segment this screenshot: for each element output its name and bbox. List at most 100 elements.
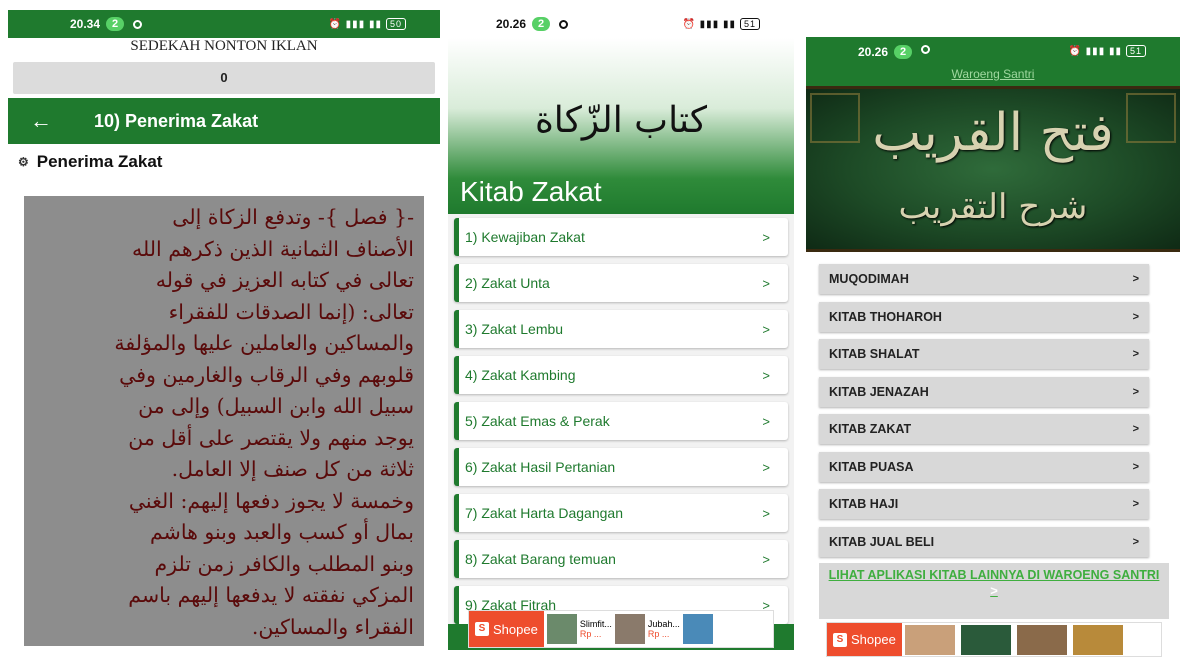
chapter-item[interactable]: 1) Kewajiban Zakat > [454,218,788,256]
chevron-right-icon: > [762,321,770,337]
arabic-line: يوجد منهم ولا يقتصر على أقل من [128,425,414,450]
kitab-label: KITAB THOHAROH [829,309,942,324]
chevron-right-icon: > [762,551,770,567]
chapter-item[interactable]: 8) Zakat Barang temuan > [454,540,788,578]
status-time: 20.34 [70,17,101,31]
signal-icons: ⏰ ▮▮▮ ▮▮ 51 [1068,45,1146,57]
ad-product-name: Slimfit... [579,619,612,629]
ad-product: Jubah... Rp ... [648,619,680,639]
ad-product-price: Rp ... [647,629,670,639]
gear-icon: ⚙ [18,155,29,169]
chapter-item[interactable]: 6) Zakat Hasil Pertanian > [454,448,788,486]
kitab-button[interactable]: MUQODIMAH > [819,264,1149,294]
arabic-line: وخمسة لا يجوز دفعها إليهم: الغني [128,488,414,513]
ad-product-image [960,624,1011,655]
chapter-label: 2) Zakat Unta [465,275,550,291]
shopee-brand: Shopee [851,632,896,647]
arabic-line: المزكي نفقته لا يدفعها إليهم باسم [128,583,414,607]
chapter-item[interactable]: 2) Zakat Unta > [454,264,788,302]
banner-arabic-title: فتح القريب [872,103,1114,163]
status-badge: 2 [106,17,125,31]
shopee-logo: S Shopee [469,611,544,647]
kitab-button[interactable]: KITAB SHALAT > [819,339,1149,369]
kitab-button[interactable]: KITAB THOHAROH > [819,301,1149,332]
kitab-button[interactable]: KITAB PUASA > [819,451,1149,482]
ad-product-name: Jubah... [647,619,680,629]
ad-view-counter[interactable]: 0 [13,62,435,94]
chapter-label: 1) Kewajiban Zakat [465,229,585,245]
shopping-bag-icon: S [475,622,489,636]
status-time: 20.26 [858,45,889,59]
arabic-line: والمساكين والعاملين عليها والمؤلفة [114,331,414,355]
chevron-right-icon: > [762,459,770,475]
kitab-label: KITAB JUAL BELI [829,534,935,549]
hero-title: Kitab Zakat [460,176,602,207]
app-toolbar: ← 10) Penerima Zakat [8,98,440,144]
kitab-label: KITAB JENAZAH [829,384,929,399]
status-time: 20.26 [496,17,527,31]
chevron-right-icon: > [1132,423,1139,435]
more-apps-button[interactable]: LIHAT APLIKASI KITAB LAINNYA DI WAROENG … [819,563,1169,619]
chevron-right-icon: > [1132,498,1139,510]
chapter-item[interactable]: 3) Zakat Lembu > [454,310,788,348]
kitab-button[interactable]: KITAB HAJI > [819,489,1149,519]
chapter-item[interactable]: 4) Zakat Kambing > [454,356,788,394]
kitab-label: MUQODIMAH [829,272,909,286]
hero-header: كتاب الزّكاة Kitab Zakat [448,38,794,214]
status-badge: 2 [532,17,551,31]
chevron-right-icon: > [1132,348,1139,360]
banner-arabic-subtitle: شرح التقريب [898,187,1088,227]
chevron-right-icon: > [1132,535,1139,548]
ad-product-image [614,614,645,644]
kitab-button[interactable]: KITAB ZAKAT > [819,414,1149,444]
chevron-right-icon: > [762,367,770,383]
chevron-right-icon: > [762,413,770,429]
status-badge: 2 [894,45,913,59]
toolbar-title: 10) Penerima Zakat [94,110,259,131]
status-bar: 20.26 2 ⏰ ▮▮▮ ▮▮ 51 [448,10,794,38]
back-arrow-icon[interactable]: ← [30,108,70,134]
section-heading: ⚙ Penerima Zakat [18,152,162,172]
book-cover-banner: فتح القريب شرح التقريب [806,86,1180,252]
chapter-item[interactable]: 7) Zakat Harta Dagangan > [454,494,788,532]
status-bar: 20.34 2 ⏰ ▮▮▮ ▮▮ 50 [8,10,440,38]
arabic-line: الأصناف الثمانية الذين ذكرهم الله [131,236,414,261]
chapter-label: 6) Zakat Hasil Pertanian [465,459,616,475]
chevron-right-icon: > [1132,273,1139,285]
notification-dot-icon [559,19,569,29]
kitab-button[interactable]: KITAB JUAL BELI > [819,526,1149,557]
shopee-logo: S Shopee [827,623,902,656]
shopping-bag-icon: S [833,632,847,647]
chapter-list: 1) Kewajiban Zakat > 2) Zakat Unta > 3) Za… [454,218,788,632]
ad-product-image [1016,624,1067,655]
more-apps-label: LIHAT APLIKASI KITAB LAINNYA DI WAROENG … [828,568,1160,582]
shopee-ad-banner[interactable]: S Shopee [826,622,1162,657]
chapter-label: 4) Zakat Kambing [465,367,576,383]
kitab-label: KITAB ZAKAT [829,422,912,436]
chevron-right-icon: > [990,583,998,598]
ad-product-price: Rp ... [579,629,602,639]
shopee-brand: Shopee [493,621,538,637]
signal-icons: ⏰ ▮▮▮ ▮▮ 51 [682,18,760,30]
battery-icon: 51 [1125,45,1146,57]
chapter-label: 8) Zakat Barang temuan [465,551,616,567]
ad-product-image [546,614,577,644]
ad-product-image [682,614,713,644]
arabic-line: بمال أو كسب والعبد وبنو هاشم [150,520,414,544]
screen-penerima-zakat: 20.34 2 ⏰ ▮▮▮ ▮▮ 50 SEDEKAH NONTON IKLAN … [8,10,440,650]
battery-icon: 50 [385,18,406,30]
kitab-label: KITAB HAJI [829,497,899,511]
arabic-line: ثلاثة من كل صنف إلا العامل. [171,457,414,481]
ad-product: Slimfit... Rp ... [580,619,612,639]
chapter-item[interactable]: 5) Zakat Emas & Perak > [454,402,788,440]
arabic-line: قلوبهم وفي الرقاب والغارمين وفي [119,362,414,387]
waroeng-santri-link[interactable]: Waroeng Santri [806,67,1180,81]
shopee-ad-banner[interactable]: S Shopee Slimfit... Rp ... Jubah... Rp ... [468,610,774,648]
arabic-line: سبيل الله وابن السبيل) وإلى من [138,394,414,418]
kitab-button[interactable]: KITAB JENAZAH > [819,376,1149,407]
chevron-right-icon: > [1132,385,1139,398]
chevron-right-icon: > [762,505,770,521]
chevron-right-icon: > [1132,460,1139,473]
kitab-menu: MUQODIMAH > KITAB THOHAROH > KITAB SHALAT >… [819,264,1149,564]
notification-dot-icon [133,19,143,29]
